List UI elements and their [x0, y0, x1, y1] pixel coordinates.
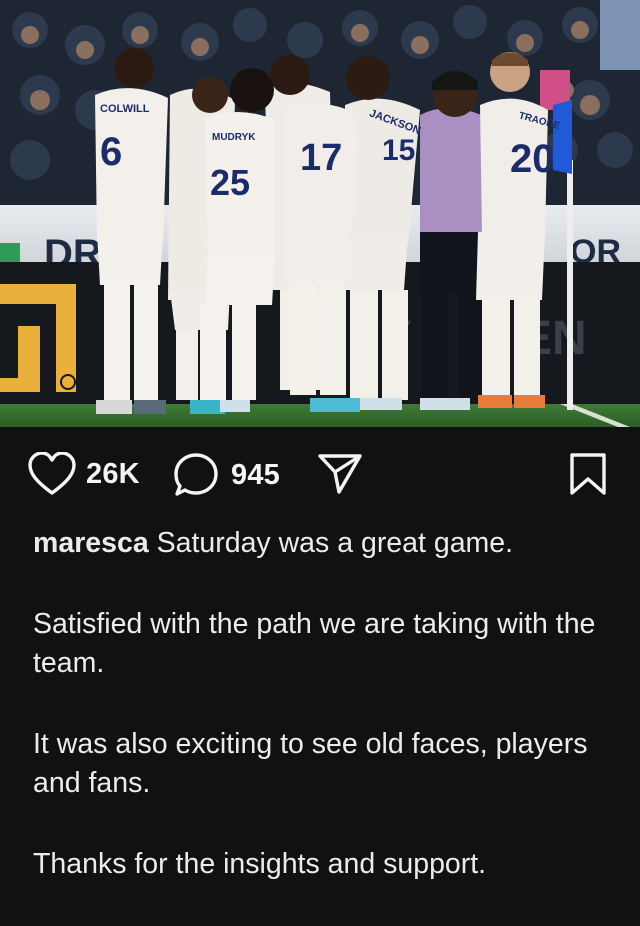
svg-text:COLWILL: COLWILL	[100, 103, 150, 115]
caption-line-4: Thanks for the insights and support.	[33, 848, 487, 880]
comment-count: 945	[231, 458, 280, 491]
save-action[interactable]	[569, 452, 607, 496]
comment-action[interactable]: 945	[173, 452, 280, 498]
like-count: 26K	[86, 457, 140, 490]
post-caption: maresca Saturday was a great game. Satis…	[33, 524, 613, 926]
caption-line-2: Satisfied with the path we are taking wi…	[33, 608, 596, 679]
caption-line-3: It was also exciting to see old faces, p…	[33, 728, 588, 799]
svg-text:17: 17	[300, 137, 342, 179]
post-photo[interactable]: DRO OR Y EN	[0, 0, 640, 427]
svg-text:MUDRYK: MUDRYK	[212, 132, 256, 143]
svg-text:20: 20	[510, 137, 555, 181]
players-celebration: 15 JACKSON 17 20 TRAORE 25 MUDRYK 6 COLW…	[95, 48, 561, 414]
comment-bubble-icon[interactable]	[173, 452, 219, 498]
caption-line-1: Saturday was a great game.	[156, 527, 514, 559]
username[interactable]: maresca	[33, 527, 149, 559]
heart-icon[interactable]	[28, 452, 76, 496]
like-action[interactable]: 26K	[28, 452, 140, 496]
svg-text:15: 15	[382, 134, 415, 167]
svg-text:25: 25	[210, 162, 250, 203]
share-action[interactable]	[317, 452, 363, 496]
caption-first-line: maresca Saturday was a great game.	[33, 524, 613, 563]
paper-plane-icon[interactable]	[317, 452, 363, 496]
bookmark-icon[interactable]	[569, 452, 607, 496]
svg-text:6: 6	[100, 130, 122, 174]
